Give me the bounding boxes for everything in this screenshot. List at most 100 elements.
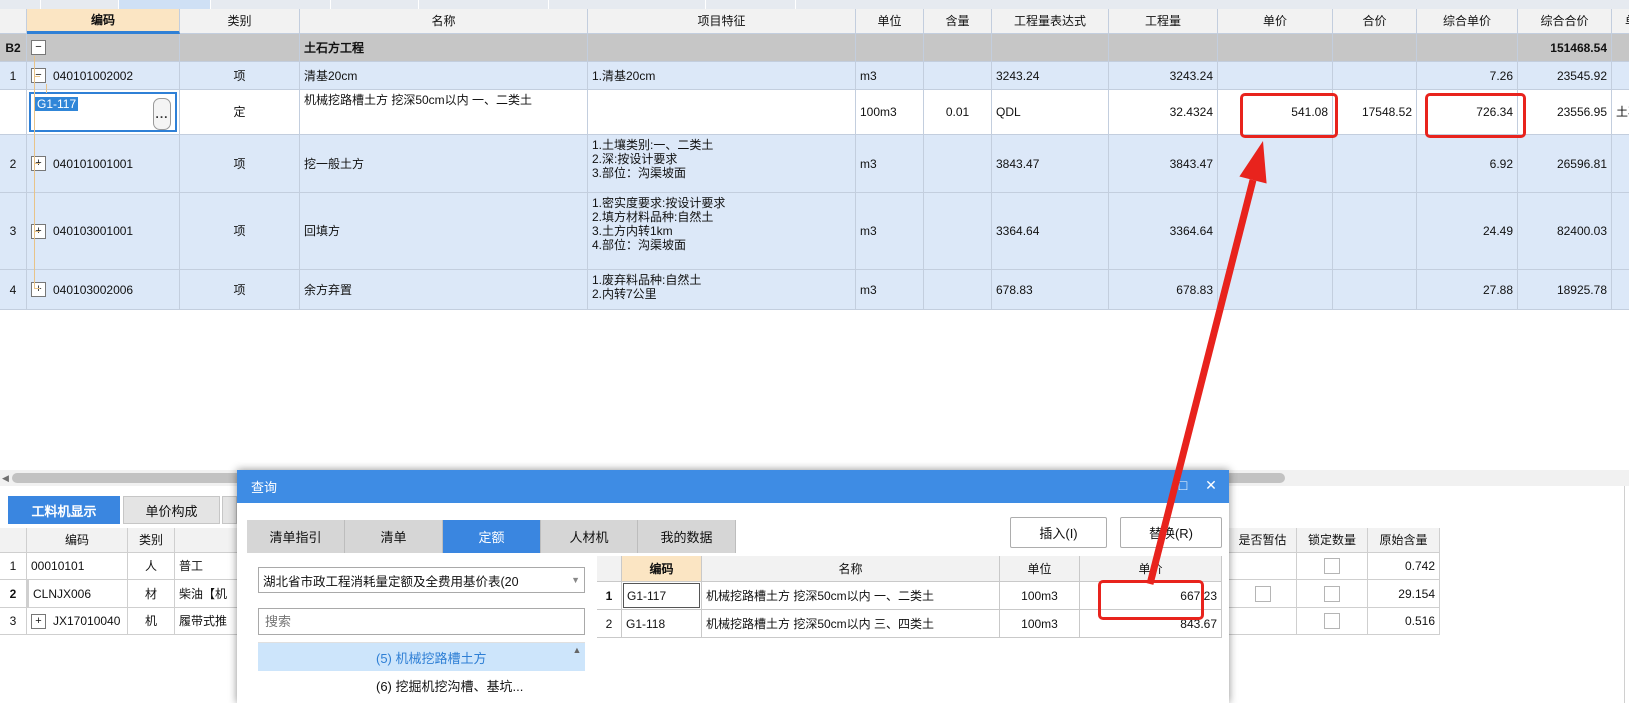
table-cell[interactable]: 机 <box>128 608 175 635</box>
table-cell[interactable]: 18925.78 <box>1518 270 1612 310</box>
table-cell[interactable]: +040103002006 <box>27 270 180 310</box>
search-input[interactable] <box>258 608 585 635</box>
table-cell[interactable]: 3 <box>0 193 27 270</box>
table-cell[interactable] <box>1109 34 1218 62</box>
table-cell[interactable]: 0.01 <box>924 90 992 135</box>
ellipsis-button[interactable]: ... <box>153 98 171 130</box>
list-scrollbar[interactable]: ▲ <box>571 645 583 702</box>
table-cell[interactable]: 3843.47 <box>992 135 1109 193</box>
table-row[interactable]: 1−040101002002 项清基20cm 1.清基20cm m3 3243.24 32… <box>0 62 1629 90</box>
table-row[interactable]: 3+040103001001项回填方1.密实度要求:按设计要求 2.填方材料品种… <box>0 193 1629 270</box>
table-cell[interactable]: B2 <box>0 34 27 62</box>
table-cell[interactable] <box>1229 608 1297 635</box>
table-cell[interactable]: 项 <box>180 62 300 90</box>
table-row[interactable]: 4 +040103002006 项余方弃置 1.废弃料品种:自然土 2.内转7公里 m3… <box>0 270 1629 310</box>
table-cell[interactable] <box>1218 135 1333 193</box>
column-header[interactable]: 编码 <box>622 556 702 582</box>
table-cell[interactable]: 机械挖路槽土方 挖深50cm以内 一、二类土 <box>300 90 588 135</box>
column-header[interactable]: 综合单价 <box>1417 9 1518 34</box>
focused-cell[interactable]: G1-117 <box>623 583 700 608</box>
table-cell[interactable]: 100m3 <box>1000 582 1080 610</box>
table-cell[interactable]: m3 <box>856 62 924 90</box>
tab-resources[interactable]: 人材机 <box>541 520 638 553</box>
table-cell[interactable]: 82400.03 <box>1518 193 1612 270</box>
table-cell[interactable]: 人 <box>128 553 175 580</box>
table-cell[interactable]: m3 <box>856 270 924 310</box>
column-header[interactable]: 合价 <box>1333 9 1417 34</box>
table-cell[interactable]: 678.83 <box>1109 270 1218 310</box>
table-cell[interactable]: 1.废弃料品种:自然土 2.内转7公里 <box>588 270 856 310</box>
column-header[interactable]: 单价 <box>1080 556 1222 582</box>
table-cell[interactable] <box>1333 193 1417 270</box>
table-cell[interactable]: 清基20cm <box>300 62 588 90</box>
table-cell[interactable]: 2 <box>597 610 622 638</box>
column-header[interactable]: 类别 <box>180 9 300 34</box>
table-cell[interactable] <box>0 90 27 135</box>
table-cell[interactable]: 项 <box>180 135 300 193</box>
checkbox[interactable] <box>1324 558 1340 574</box>
table-cell[interactable] <box>924 135 992 193</box>
table-cell[interactable] <box>1229 553 1297 580</box>
table-cell[interactable]: 2 <box>0 580 27 608</box>
table-cell[interactable]: 24.49 <box>1417 193 1518 270</box>
table-cell[interactable] <box>1297 608 1368 635</box>
table-cell[interactable] <box>1612 270 1629 310</box>
table-cell[interactable]: 项 <box>180 193 300 270</box>
table-cell[interactable] <box>1297 580 1368 608</box>
table-cell[interactable] <box>588 90 856 135</box>
table-cell[interactable]: 回填方 <box>300 193 588 270</box>
table-cell[interactable] <box>1218 193 1333 270</box>
column-header[interactable]: 含量 <box>924 9 992 34</box>
collapse-icon[interactable]: − <box>31 40 46 55</box>
table-cell[interactable]: CLNJX006 <box>27 580 128 608</box>
tab-list-guide[interactable]: 清单指引 <box>247 520 345 553</box>
maximize-icon[interactable]: □ <box>1173 477 1193 493</box>
table-cell[interactable]: 678.83 <box>992 270 1109 310</box>
table-cell[interactable]: 27.88 <box>1417 270 1518 310</box>
table-row[interactable]: B2− 土石方工程 151468.54 <box>0 34 1629 62</box>
column-header[interactable]: 编码 <box>27 528 128 553</box>
dialog-title-bar[interactable]: 查询 □ ✕ <box>237 470 1229 503</box>
table-cell[interactable]: 151468.54 <box>1518 34 1612 62</box>
table-cell[interactable]: 7.26 <box>1417 62 1518 90</box>
table-cell[interactable]: 材 <box>128 580 175 608</box>
table-cell[interactable]: 3364.64 <box>1109 193 1218 270</box>
table-cell[interactable] <box>1333 34 1417 62</box>
column-header[interactable]: 单位 <box>1000 556 1080 582</box>
column-header[interactable] <box>597 556 622 582</box>
table-cell[interactable]: 2 <box>0 135 27 193</box>
table-cell[interactable]: 挖一般土方 <box>300 135 588 193</box>
table-cell[interactable]: 土石方工程 <box>300 34 588 62</box>
table-cell[interactable]: −040101002002 <box>27 62 180 90</box>
table-cell[interactable]: m3 <box>856 135 924 193</box>
table-cell[interactable]: 1.土壤类别:一、二类土 2.深:按设计要求 3.部位：沟渠坡面 <box>588 135 856 193</box>
table-cell[interactable] <box>1612 34 1629 62</box>
table-cell[interactable]: 4 <box>0 270 27 310</box>
table-cell[interactable]: 6.92 <box>1417 135 1518 193</box>
table-cell[interactable]: 余方弃置 <box>300 270 588 310</box>
table-cell[interactable] <box>588 34 856 62</box>
table-cell[interactable]: 1 <box>597 582 622 610</box>
table-cell[interactable]: G1-117 <box>622 582 702 610</box>
column-header[interactable]: 单 <box>1612 9 1629 34</box>
column-header[interactable]: 锁定数量 <box>1297 528 1368 553</box>
table-cell[interactable] <box>1218 62 1333 90</box>
column-header[interactable]: 是否暂估 <box>1229 528 1297 553</box>
quota-category-list[interactable]: (5) 机械挖路槽土方 (6) 挖掘机挖沟槽、基坑... (7) 挖掘机挖淤泥、… <box>258 642 585 703</box>
list-item[interactable]: (5) 机械挖路槽土方 <box>258 643 585 671</box>
table-cell[interactable]: 定 <box>180 90 300 135</box>
table-row[interactable]: G1-117... 定机械挖路槽土方 挖深50cm以内 一、二类土 100m3 0.0… <box>0 90 1629 135</box>
table-cell[interactable] <box>1229 580 1297 608</box>
table-cell[interactable]: 100m3 <box>856 90 924 135</box>
table-cell[interactable] <box>1218 270 1333 310</box>
expand-icon[interactable]: + <box>31 613 46 629</box>
table-cell[interactable] <box>924 270 992 310</box>
table-cell[interactable]: 项 <box>180 270 300 310</box>
table-cell[interactable] <box>1417 34 1518 62</box>
table-cell[interactable]: 1 <box>0 62 27 90</box>
checkbox[interactable] <box>1324 613 1340 629</box>
code-edit-cell[interactable]: G1-117... <box>29 92 177 132</box>
table-cell[interactable]: 17548.52 <box>1333 90 1417 135</box>
table-cell[interactable]: 1.密实度要求:按设计要求 2.填方材料品种:自然土 3.土方内转1km 4.部… <box>588 193 856 270</box>
close-icon[interactable]: ✕ <box>1201 477 1221 494</box>
